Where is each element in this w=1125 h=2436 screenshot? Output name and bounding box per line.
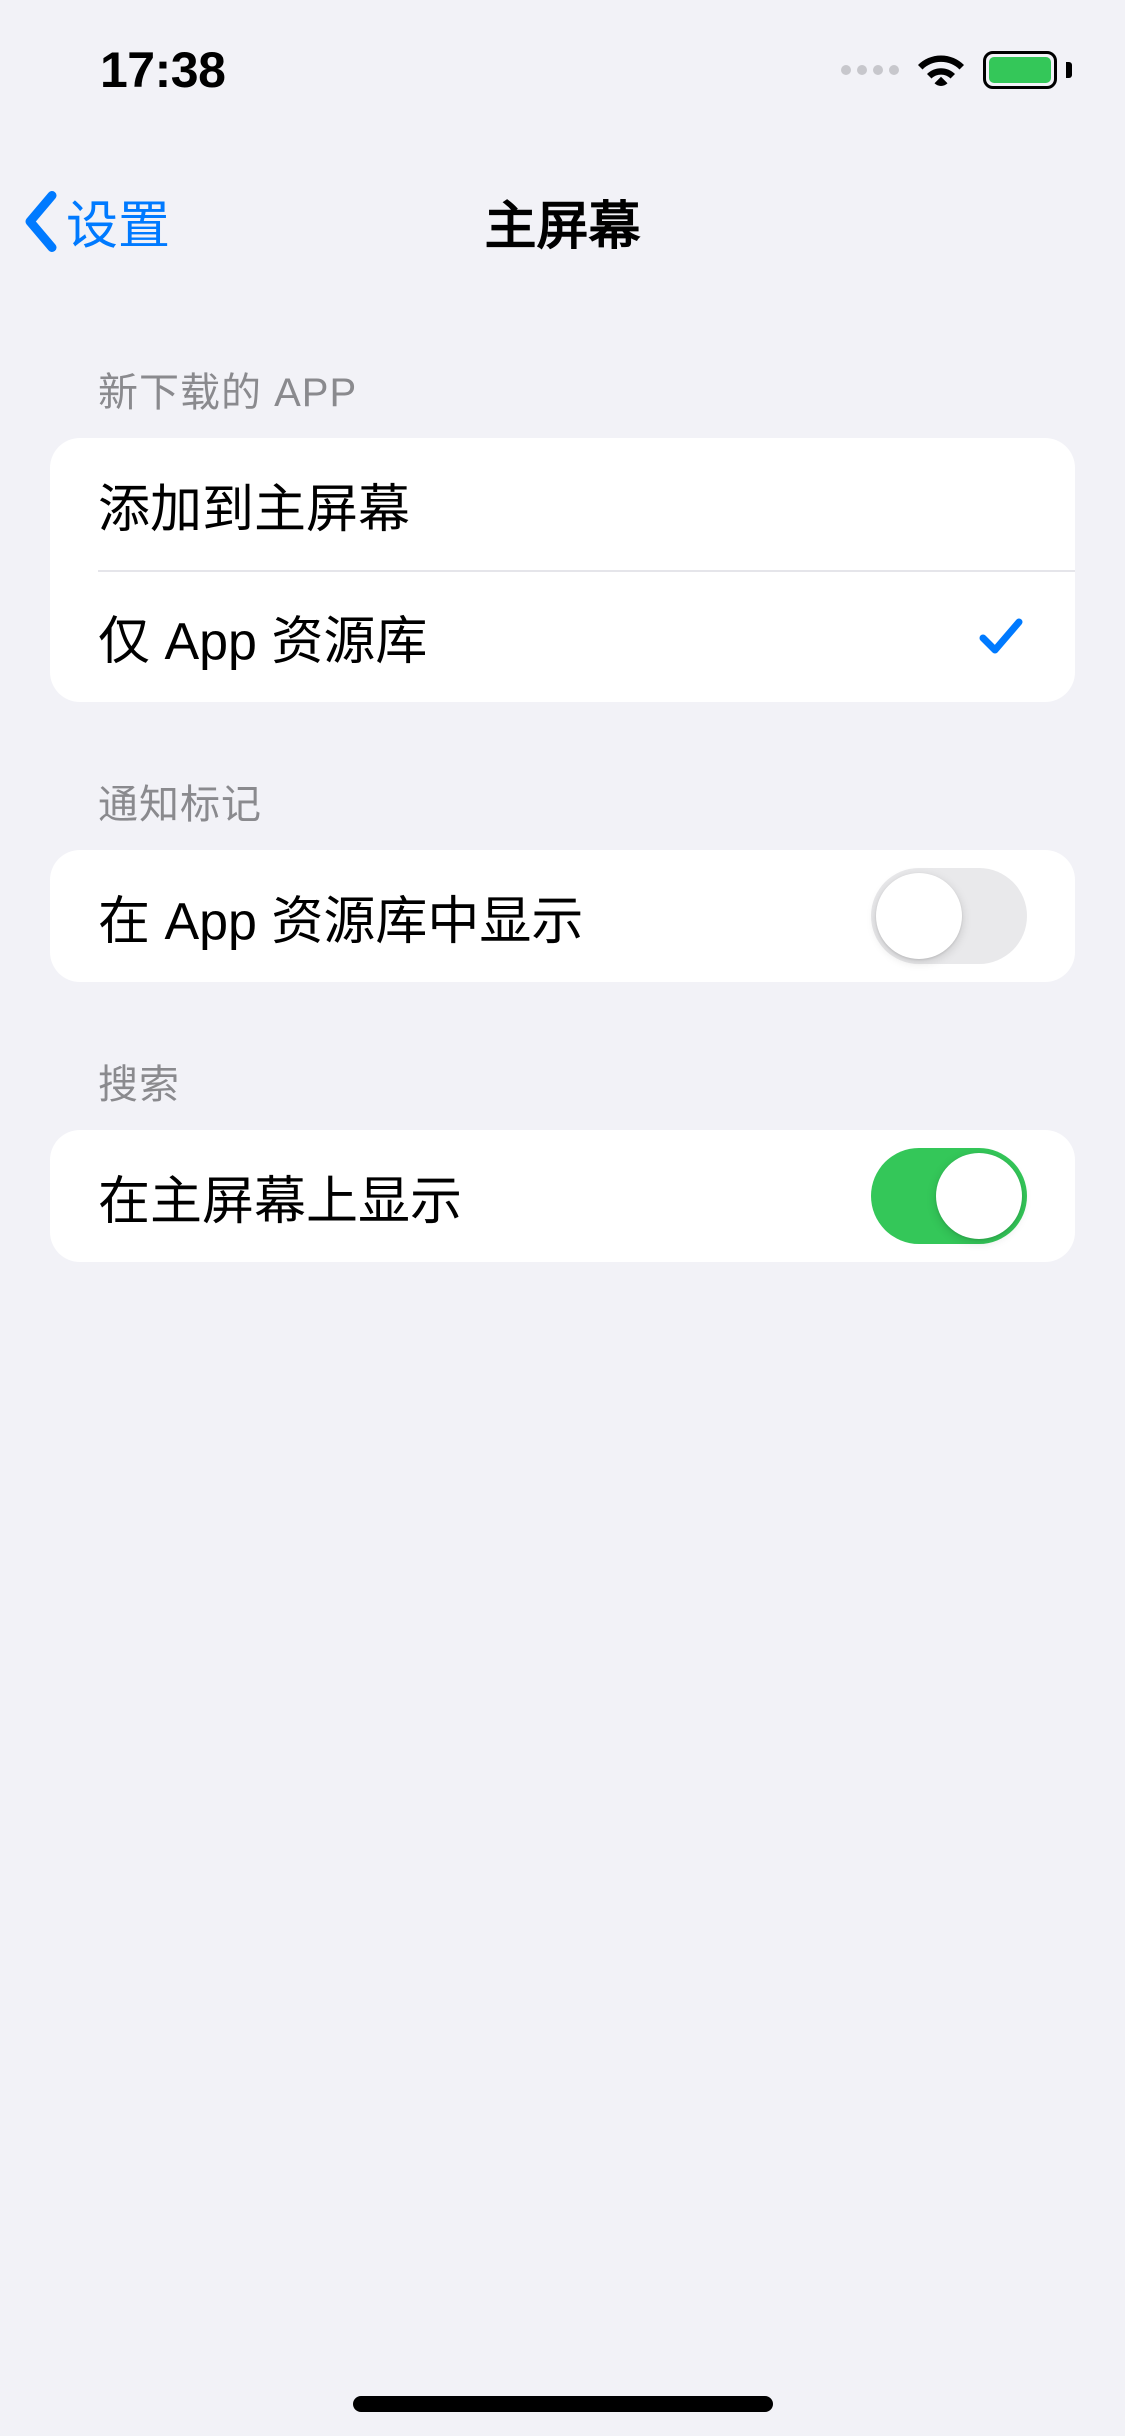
- nav-bar: 设置 主屏幕: [0, 155, 1125, 287]
- option-label: 添加到主屏幕: [98, 467, 410, 542]
- cellular-signal-icon: [841, 65, 899, 75]
- row-label: 在 App 资源库中显示: [98, 879, 583, 954]
- status-right: [841, 50, 1065, 90]
- row-show-on-home: 在主屏幕上显示: [50, 1130, 1075, 1262]
- status-bar: 17:38: [0, 0, 1125, 140]
- option-label: 仅 App 资源库: [98, 599, 427, 674]
- section-header-new-apps: 新下载的 APP: [50, 310, 1075, 438]
- section-header-badges: 通知标记: [50, 702, 1075, 850]
- page-title: 主屏幕: [484, 184, 640, 259]
- chevron-left-icon: [22, 189, 60, 253]
- status-time: 17:38: [100, 41, 225, 99]
- option-app-library-only[interactable]: 仅 App 资源库: [50, 570, 1075, 702]
- section-header-search: 搜索: [50, 982, 1075, 1130]
- group-badges: 在 App 资源库中显示: [50, 850, 1075, 982]
- group-new-apps: 添加到主屏幕 仅 App 资源库: [50, 438, 1075, 702]
- option-add-to-home[interactable]: 添加到主屏幕: [50, 438, 1075, 570]
- toggle-show-on-home[interactable]: [871, 1148, 1027, 1244]
- content: 新下载的 APP 添加到主屏幕 仅 App 资源库 通知标记 在 App 资源库…: [0, 310, 1125, 1262]
- checkmark-icon: [975, 610, 1027, 662]
- home-indicator[interactable]: [353, 2396, 773, 2412]
- toggle-show-in-library[interactable]: [871, 868, 1027, 964]
- wifi-icon: [915, 50, 967, 90]
- battery-icon: [983, 50, 1065, 90]
- group-search: 在主屏幕上显示: [50, 1130, 1075, 1262]
- back-button[interactable]: 设置: [22, 184, 170, 259]
- row-label: 在主屏幕上显示: [98, 1159, 462, 1234]
- back-label: 设置: [66, 184, 170, 259]
- row-show-in-library: 在 App 资源库中显示: [50, 850, 1075, 982]
